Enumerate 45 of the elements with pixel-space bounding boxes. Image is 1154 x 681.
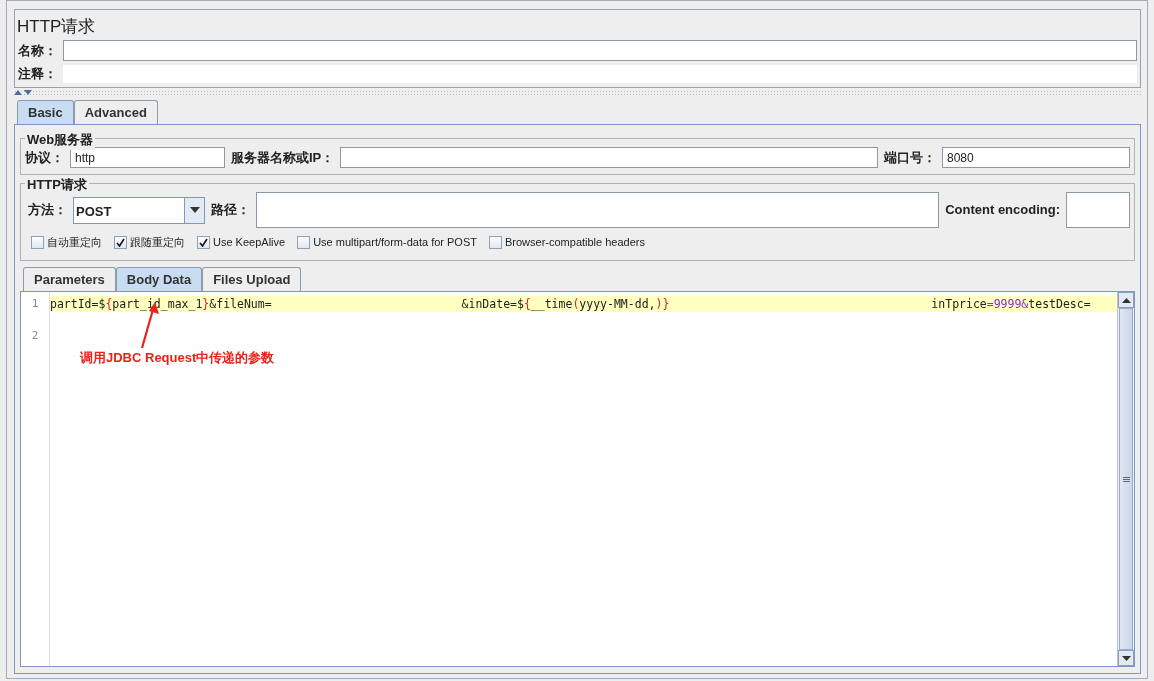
grip-icon: [1122, 476, 1130, 482]
path-field[interactable]: [256, 192, 940, 228]
scroll-down-icon[interactable]: [1121, 655, 1131, 661]
tab[interactable]: Files Upload: [202, 266, 302, 291]
scrollbar[interactable]: [1117, 292, 1134, 666]
name-field[interactable]: [63, 40, 1137, 61]
caret-icon: [189, 207, 200, 213]
port-field[interactable]: 8080: [942, 147, 1130, 168]
field-label: 端口号：: [884, 148, 936, 167]
tab[interactable]: Advanced: [73, 99, 158, 124]
checkbox[interactable]: [197, 235, 210, 249]
field-label: 路径：: [211, 201, 250, 220]
collapse-up-icon[interactable]: [14, 89, 22, 95]
field-label: 名称：: [18, 41, 57, 60]
field-label: 方法：: [28, 201, 67, 220]
field-label: Content encoding:: [945, 201, 1060, 220]
server-field[interactable]: [340, 147, 878, 168]
protocol-field[interactable]: http: [70, 147, 225, 168]
code-text: inTprice=9999&testDesc=: [931, 296, 1091, 312]
field-label: 协议：: [25, 148, 64, 167]
line-number: 1: [30, 296, 40, 312]
scroll-up-icon[interactable]: [1121, 297, 1131, 303]
panel-title: HTTP请求: [16, 16, 97, 38]
line-number: 2: [30, 328, 40, 344]
code-text: partId=${part_id_max_1}&fileNum=: [50, 296, 272, 312]
checkbox[interactable]: [114, 235, 127, 249]
checkbox[interactable]: [31, 235, 44, 249]
field-label: 注释：: [18, 65, 57, 83]
checkbox-label: Browser-compatible headers: [505, 235, 645, 250]
checkbox-label: 自动重定向: [47, 235, 102, 250]
encoding-field[interactable]: [1066, 192, 1130, 228]
checkbox-label: Use KeepAlive: [213, 235, 286, 250]
code-text: &inDate=${__time(yyyy-MM-dd,)}: [461, 296, 670, 312]
method-dropdown[interactable]: POST: [73, 196, 205, 224]
tab[interactable]: Parameters: [23, 266, 116, 291]
checkbox-label: 跟随重定向: [130, 235, 185, 250]
tab[interactable]: Body Data: [115, 266, 203, 291]
checkbox-label: Use multipart/form-data for POST: [313, 235, 477, 250]
collapse-down-icon[interactable]: [24, 89, 32, 95]
tab[interactable]: Basic: [17, 99, 74, 124]
checkbox[interactable]: [297, 235, 311, 249]
annotation-text: 调用JDBC Request中传递的参数: [80, 349, 275, 367]
section-legend: Web服务器: [25, 130, 96, 150]
checkbox[interactable]: [489, 235, 502, 249]
field-label: 服务器名称或IP：: [231, 148, 335, 167]
